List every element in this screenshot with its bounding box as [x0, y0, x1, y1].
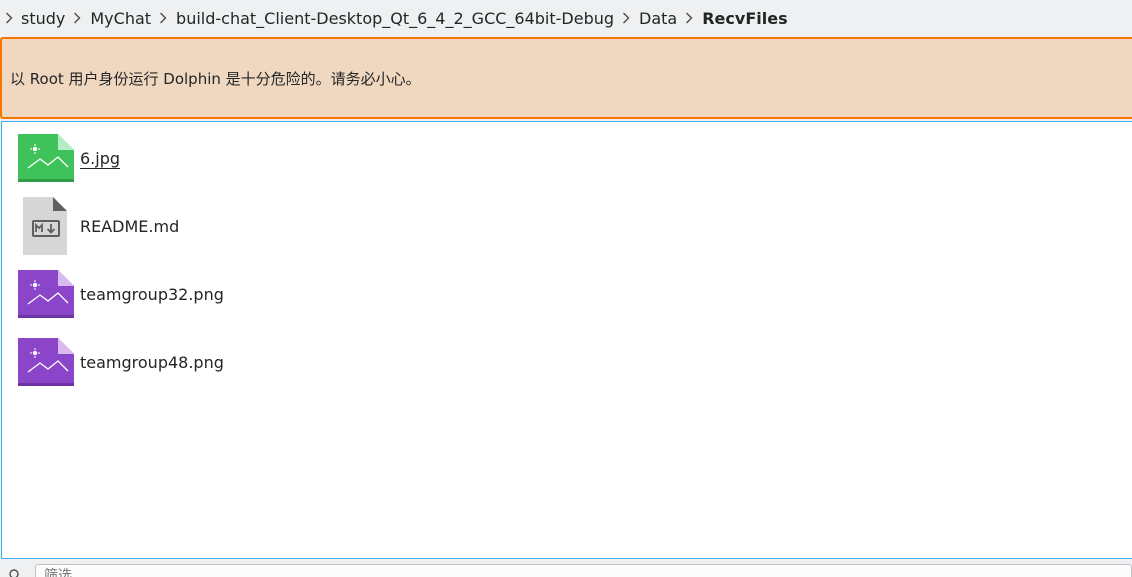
file-item[interactable]: README.md	[16, 197, 416, 255]
chevron-right-icon[interactable]	[73, 12, 81, 24]
file-item[interactable]: teamgroup32.png	[16, 268, 416, 320]
file-name[interactable]: teamgroup32.png	[80, 285, 224, 304]
warning-message: 以 Root 用户身份运行 Dolphin 是十分危险的。请务必小心。	[10, 69, 421, 88]
png-image-icon	[16, 268, 74, 320]
filter-icon	[8, 567, 22, 577]
png-image-icon	[16, 336, 74, 388]
jpg-image-icon	[16, 132, 74, 184]
breadcrumb-item-mychat[interactable]: MyChat	[90, 9, 151, 28]
filter-input[interactable]	[35, 564, 1132, 577]
breadcrumb-item-study[interactable]: study	[21, 9, 65, 28]
file-item[interactable]: 6.jpg	[16, 132, 416, 184]
file-item[interactable]: teamgroup48.png	[16, 336, 416, 388]
markdown-file-icon	[16, 197, 74, 255]
file-name[interactable]: 6.jpg	[80, 149, 120, 168]
breadcrumb: study MyChat build-chat_Client-Desktop_Q…	[0, 0, 1132, 36]
chevron-right-icon[interactable]	[622, 12, 630, 24]
chevron-right-icon[interactable]	[5, 12, 13, 24]
chevron-right-icon[interactable]	[685, 12, 693, 24]
breadcrumb-item-recvfiles[interactable]: RecvFiles	[702, 9, 787, 28]
file-view[interactable]: 6.jpg README.md teamgroup32.png teamgrou…	[1, 121, 1132, 559]
filter-bar	[0, 561, 1132, 577]
breadcrumb-item-build-dir[interactable]: build-chat_Client-Desktop_Qt_6_4_2_GCC_6…	[176, 9, 614, 28]
file-name[interactable]: teamgroup48.png	[80, 353, 224, 372]
chevron-right-icon[interactable]	[159, 12, 167, 24]
file-name[interactable]: README.md	[80, 217, 179, 236]
root-warning-banner: 以 Root 用户身份运行 Dolphin 是十分危险的。请务必小心。	[0, 37, 1132, 119]
breadcrumb-item-data[interactable]: Data	[639, 9, 677, 28]
